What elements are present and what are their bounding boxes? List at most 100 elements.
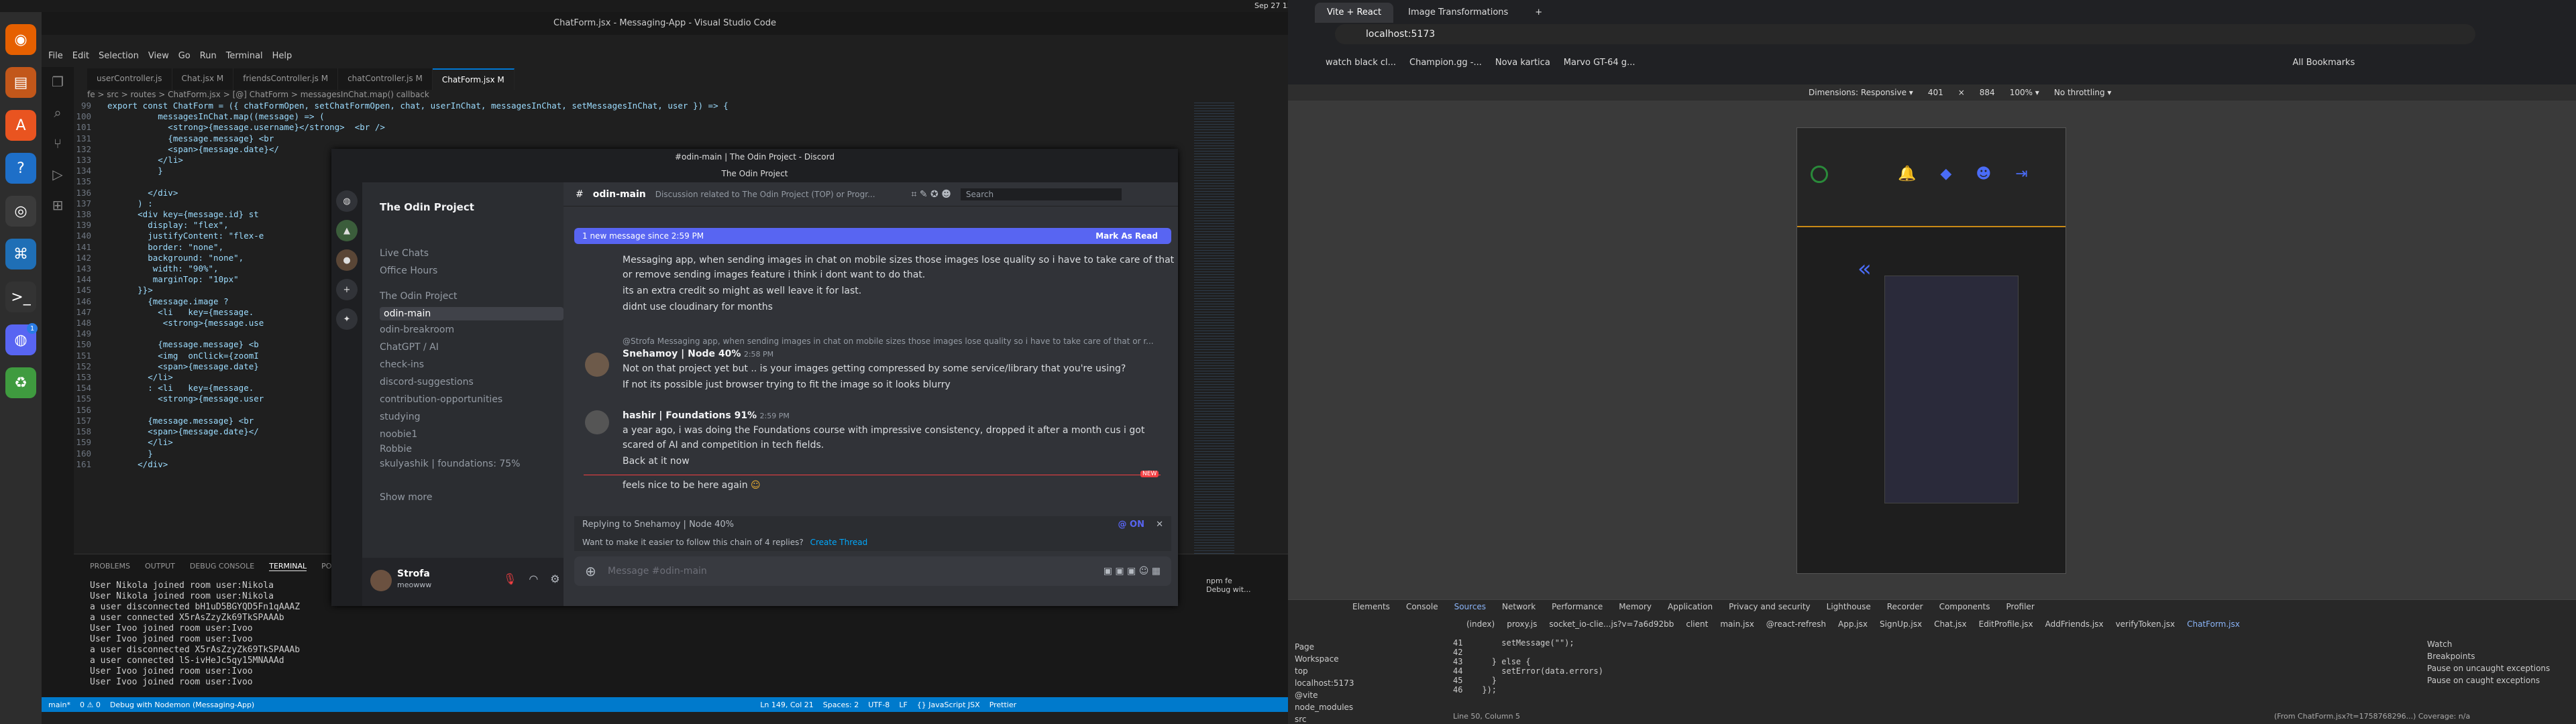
firefox-icon[interactable]: ◉ <box>5 24 36 55</box>
source-file-tab[interactable]: SignUp.jsx <box>1880 619 1922 629</box>
source-file-tab[interactable]: main.jsx <box>1720 619 1754 629</box>
source-file-tab[interactable]: socket_io-clie...js?v=7a6d92bb <box>1549 619 1674 629</box>
tab-debug-console[interactable]: DEBUG CONSOLE <box>190 562 254 571</box>
tab-chat-controller[interactable]: chatController.js M <box>338 68 433 90</box>
bookmark[interactable]: watch black cl... <box>1326 58 1396 68</box>
channel-item[interactable]: noobie1 <box>380 429 417 440</box>
height-input[interactable]: 884 <box>1980 88 1995 97</box>
message-author[interactable]: hashir | Foundations 91% <box>623 410 757 421</box>
menu-selection[interactable]: Selection <box>99 51 139 66</box>
width-input[interactable]: 401 <box>1928 88 1943 97</box>
language-mode[interactable]: {} JavaScript JSX <box>917 701 980 709</box>
bookmark[interactable]: Nova kartica <box>1495 58 1550 68</box>
tab-problems[interactable]: PROBLEMS <box>90 562 130 571</box>
tab-elements[interactable]: Elements <box>1352 602 1390 611</box>
headset-icon[interactable]: ◠ <box>529 572 538 585</box>
mic-muted-icon[interactable]: 🎙 <box>503 572 517 585</box>
tab-memory[interactable]: Memory <box>1619 602 1652 611</box>
message-author[interactable]: Snehamoy | Node 40% <box>623 349 741 359</box>
tree-item[interactable]: localhost:5173 <box>1295 677 1354 689</box>
tree-item[interactable]: @vite <box>1295 689 1354 701</box>
source-file-tab[interactable]: Chat.jsx <box>1934 619 1967 629</box>
debug-config[interactable]: Debug with Nodemon (Messaging-App) <box>110 701 254 709</box>
tree-item[interactable]: src <box>1295 713 1354 724</box>
channel-item[interactable]: Live Chats <box>380 248 429 259</box>
search-input[interactable]: Search <box>960 188 1122 200</box>
bookmark[interactable]: Champion.gg -... <box>1409 58 1482 68</box>
channel-topic[interactable]: Discussion related to The Odin Project (… <box>655 190 875 199</box>
terminal-output[interactable]: User Nikola joined room user:Nikola User … <box>90 581 300 688</box>
channel-item[interactable]: odin-main <box>380 307 564 320</box>
terminal-debug[interactable]: Debug wit... <box>1206 585 1251 594</box>
back-arrow-icon[interactable]: « <box>1858 255 1872 282</box>
tab-terminal[interactable]: TERMINAL <box>269 562 307 571</box>
minimap[interactable] <box>1194 101 1234 554</box>
source-file-tab[interactable]: AddFriends.jsx <box>2045 619 2104 629</box>
channel-item[interactable]: ChatGPT / AI <box>380 342 439 353</box>
dimensions-select[interactable]: Dimensions: Responsive ▾ <box>1809 88 1913 97</box>
channel-item[interactable]: Robbie <box>380 444 412 455</box>
tab-components[interactable]: Components <box>1939 602 1990 611</box>
server-icon[interactable]: ▲ <box>336 220 358 241</box>
threads-icon[interactable]: ⌗ ✎ ✪ ☻ <box>912 189 951 200</box>
encoding[interactable]: UTF-8 <box>868 701 890 709</box>
avatar[interactable] <box>370 570 392 591</box>
source-code[interactable]: 41 setMessage(""); 42 43 } else {44 setErr… <box>1453 638 1603 695</box>
new-tab-button[interactable]: + <box>1523 3 1554 23</box>
channel-item[interactable]: Office Hours <box>380 265 437 276</box>
tab-performance[interactable]: Performance <box>1552 602 1603 611</box>
source-file-tab[interactable]: ChatForm.jsx <box>2187 619 2240 629</box>
debugger-item[interactable]: Pause on caught exceptions <box>2427 674 2550 686</box>
tab-application[interactable]: Application <box>1668 602 1713 611</box>
add-server-icon[interactable]: + <box>336 279 358 300</box>
vscode-icon[interactable]: ⌘ <box>5 239 36 269</box>
source-file-tab[interactable]: @react-refresh <box>1766 619 1826 629</box>
channel-item[interactable]: contribution-opportunities <box>380 394 502 405</box>
tree-item[interactable]: node_modules <box>1295 701 1354 713</box>
mention-toggle[interactable]: @ ON <box>1118 516 1144 534</box>
menu-go[interactable]: Go <box>178 51 191 66</box>
tab-user-controller[interactable]: userController.js <box>87 68 172 90</box>
discord-icon[interactable]: ◍ 1 <box>5 323 38 355</box>
channel-item[interactable]: skulyashik | foundations: 75% <box>380 459 520 469</box>
eol[interactable]: LF <box>899 701 907 709</box>
app-preview[interactable]: 🔔 ◆ ☻ ⇥ « <box>1796 127 2066 574</box>
problems-count[interactable]: 0 ⚠ 0 <box>80 701 101 709</box>
terminal-npm[interactable]: npm fe <box>1206 577 1251 585</box>
menu-view[interactable]: View <box>148 51 169 66</box>
server-name[interactable]: The Odin Project <box>380 201 474 213</box>
git-branch[interactable]: main* <box>48 701 70 709</box>
source-file-tab[interactable]: verifyToken.jsx <box>2116 619 2176 629</box>
message-input[interactable]: ⊕ Message #odin-main ▣ ▣ ▣ ☺ ▦ <box>574 556 1171 586</box>
avatar[interactable] <box>585 410 609 434</box>
mark-read-button[interactable]: Mark As Read <box>1095 228 1158 244</box>
channel-item[interactable]: studying <box>380 412 420 422</box>
tab-recorder[interactable]: Recorder <box>1887 602 1923 611</box>
tab-friends-controller[interactable]: friendsController.js M <box>233 68 339 90</box>
tab-vite-react[interactable]: Vite + React <box>1315 3 1394 23</box>
app-center-icon[interactable]: A <box>5 110 36 141</box>
debugger-item[interactable]: Breakpoints <box>2427 650 2550 662</box>
help-icon[interactable]: ? <box>5 153 36 184</box>
server-icon[interactable]: ● <box>336 249 358 271</box>
channel-item[interactable]: The Odin Project <box>380 291 458 302</box>
cursor-position[interactable]: Ln 149, Col 21 <box>760 701 814 709</box>
avatar[interactable] <box>1811 166 1828 183</box>
menu-terminal[interactable]: Terminal <box>226 51 263 66</box>
tab-chat[interactable]: Chat.jsx M <box>172 68 234 90</box>
breadcrumb[interactable]: fe > src > routes > ChatForm.jsx > [@] C… <box>87 90 429 99</box>
all-bookmarks[interactable]: All Bookmarks <box>2292 58 2355 68</box>
tab-privacy[interactable]: Privacy and security <box>1729 602 1811 611</box>
zoom-select[interactable]: 100% ▾ <box>2010 88 2039 97</box>
add-attachment-icon[interactable]: ⊕ <box>585 556 596 586</box>
menu-file[interactable]: File <box>48 51 63 66</box>
terminal-icon[interactable]: >_ <box>5 282 36 312</box>
tab-console[interactable]: Console <box>1406 602 1438 611</box>
menu-help[interactable]: Help <box>272 51 292 66</box>
reply-reference[interactable]: @Strofa Messaging app, when sending imag… <box>623 337 1154 346</box>
tab-output[interactable]: OUTPUT <box>145 562 175 571</box>
new-messages-banner[interactable]: 1 new message since 2:59 PM Mark As Read <box>574 228 1171 244</box>
channel-item[interactable]: discord-suggestions <box>380 377 474 387</box>
chat-modal[interactable] <box>1884 276 2019 503</box>
tab-profiler[interactable]: Profiler <box>2006 602 2035 611</box>
